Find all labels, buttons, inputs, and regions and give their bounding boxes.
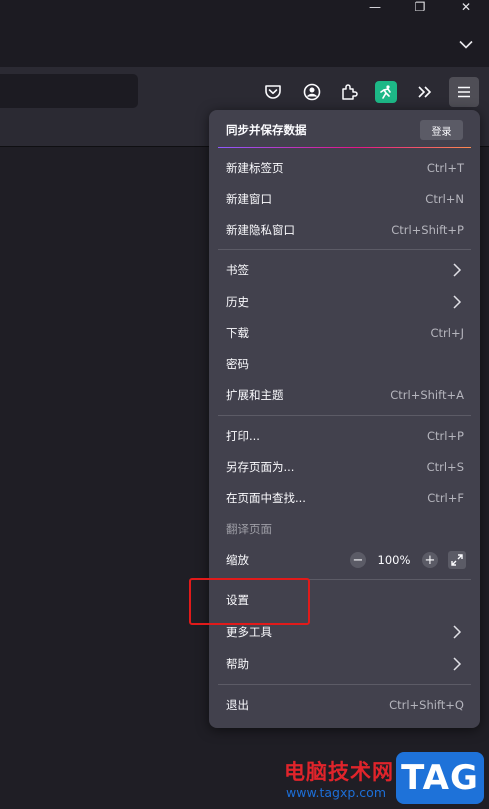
login-button[interactable]: 登录 xyxy=(420,120,463,140)
menu-item-label: 翻译页面 xyxy=(226,522,272,536)
menu-item-label: 历史 xyxy=(226,295,249,309)
extensions-button[interactable] xyxy=(336,79,362,105)
overflow-button[interactable] xyxy=(412,79,438,105)
menu-item-shortcut: Ctrl+Shift+A xyxy=(390,388,464,402)
menu-item-label: 更多工具 xyxy=(226,625,272,639)
menu-item-label: 扩展和主题 xyxy=(226,388,284,402)
menu-item-translate-page: 翻译页面 xyxy=(209,515,480,543)
chevron-right-icon xyxy=(453,263,462,277)
app-menu-panel: 同步并保存数据 登录 新建标签页 Ctrl+T 新建窗口 Ctrl+N 新建隐私… xyxy=(209,110,480,728)
menu-item-label: 新建窗口 xyxy=(226,192,272,206)
close-icon: ✕ xyxy=(460,0,472,14)
chevron-right-icon xyxy=(453,625,462,639)
chevron-down-icon xyxy=(459,40,473,49)
menu-item-shortcut: Ctrl+P xyxy=(426,429,464,443)
app-menu-button[interactable] xyxy=(449,77,479,107)
menu-item-label: 新建隐私窗口 xyxy=(226,223,295,237)
extension-green-icon xyxy=(380,85,391,99)
minimize-icon: — xyxy=(369,0,381,14)
menu-separator xyxy=(218,249,471,250)
menu-item-label: 下载 xyxy=(226,326,249,340)
close-button[interactable]: ✕ xyxy=(446,0,486,14)
menu-item-downloads[interactable]: 下载 Ctrl+J xyxy=(209,319,480,347)
menu-item-shortcut: Ctrl+F xyxy=(427,491,464,505)
zoom-controls: − 100% + xyxy=(350,550,466,570)
overflow-chevrons-icon xyxy=(418,86,432,98)
sync-header: 同步并保存数据 登录 xyxy=(209,110,480,148)
menu-item-new-window[interactable]: 新建窗口 Ctrl+N xyxy=(209,185,480,213)
menu-item-label: 在页面中查找... xyxy=(226,491,306,505)
hamburger-menu-icon xyxy=(458,86,470,98)
fullscreen-button[interactable] xyxy=(448,551,466,569)
menu-item-shortcut: Ctrl+Shift+Q xyxy=(389,698,464,712)
menu-item-history[interactable]: 历史 xyxy=(209,288,480,316)
menu-item-shortcut: Ctrl+T xyxy=(426,161,464,175)
menu-item-addons-themes[interactable]: 扩展和主题 Ctrl+Shift+A xyxy=(209,381,480,409)
minimize-button[interactable]: — xyxy=(355,0,395,14)
menu-item-shortcut: Ctrl+S xyxy=(426,460,464,474)
menu-item-print[interactable]: 打印... Ctrl+P xyxy=(209,422,480,450)
url-bar[interactable] xyxy=(0,74,138,108)
menu-item-label: 另存页面为... xyxy=(226,460,295,474)
watermark-site-name: 电脑技术网 xyxy=(284,759,394,784)
menu-item-zoom: 缩放 − 100% + xyxy=(209,546,480,574)
menu-item-shortcut: Ctrl+Shift+P xyxy=(391,223,464,237)
watermark-url: www.tagxp.com xyxy=(286,785,386,800)
fullscreen-icon xyxy=(451,554,463,566)
title-bar: — ❐ ✕ xyxy=(0,0,489,67)
menu-item-label: 打印... xyxy=(226,429,260,443)
watermark-logo: TAG xyxy=(396,752,484,804)
menu-item-bookmarks[interactable]: 书签 xyxy=(209,256,480,284)
chevron-right-icon xyxy=(453,295,462,309)
zoom-out-button[interactable]: − xyxy=(350,552,366,568)
menu-item-new-private-window[interactable]: 新建隐私窗口 Ctrl+Shift+P xyxy=(209,216,480,244)
pocket-icon xyxy=(265,85,281,99)
account-button[interactable] xyxy=(299,79,325,105)
menu-item-quit[interactable]: 退出 Ctrl+Shift+Q xyxy=(209,691,480,719)
menu-item-find-in-page[interactable]: 在页面中查找... Ctrl+F xyxy=(209,484,480,512)
restore-button[interactable]: ❐ xyxy=(400,0,440,14)
menu-item-passwords[interactable]: 密码 xyxy=(209,350,480,378)
menu-item-label: 密码 xyxy=(226,357,249,371)
menu-item-label: 退出 xyxy=(226,698,249,712)
sync-gradient-divider xyxy=(218,147,471,148)
pocket-button[interactable] xyxy=(260,79,286,105)
menu-item-shortcut: Ctrl+J xyxy=(430,326,465,340)
menu-item-label: 书签 xyxy=(226,263,249,277)
list-all-tabs-button[interactable] xyxy=(454,33,478,55)
menu-item-label: 新建标签页 xyxy=(226,161,284,175)
menu-item-help[interactable]: 帮助 xyxy=(209,650,480,678)
menu-separator xyxy=(218,415,471,416)
chevron-right-icon xyxy=(453,657,462,671)
menu-item-label: 帮助 xyxy=(226,657,249,671)
restore-icon: ❐ xyxy=(414,0,426,14)
menu-item-label: 缩放 xyxy=(226,553,249,567)
menu-item-shortcut: Ctrl+N xyxy=(425,192,464,206)
menu-item-new-tab[interactable]: 新建标签页 Ctrl+T xyxy=(209,154,480,182)
menu-item-save-page[interactable]: 另存页面为... Ctrl+S xyxy=(209,453,480,481)
zoom-in-button[interactable]: + xyxy=(422,552,438,568)
watermark: 电脑技术网 www.tagxp.com TAG xyxy=(280,752,489,809)
zoom-reset-button[interactable]: 100% xyxy=(366,553,422,567)
sync-label: 同步并保存数据 xyxy=(226,123,307,137)
account-icon xyxy=(303,83,321,101)
extension-green-button[interactable] xyxy=(375,81,397,103)
settings-highlight-annotation xyxy=(189,578,310,625)
menu-separator xyxy=(218,684,471,685)
extensions-icon xyxy=(342,84,358,100)
